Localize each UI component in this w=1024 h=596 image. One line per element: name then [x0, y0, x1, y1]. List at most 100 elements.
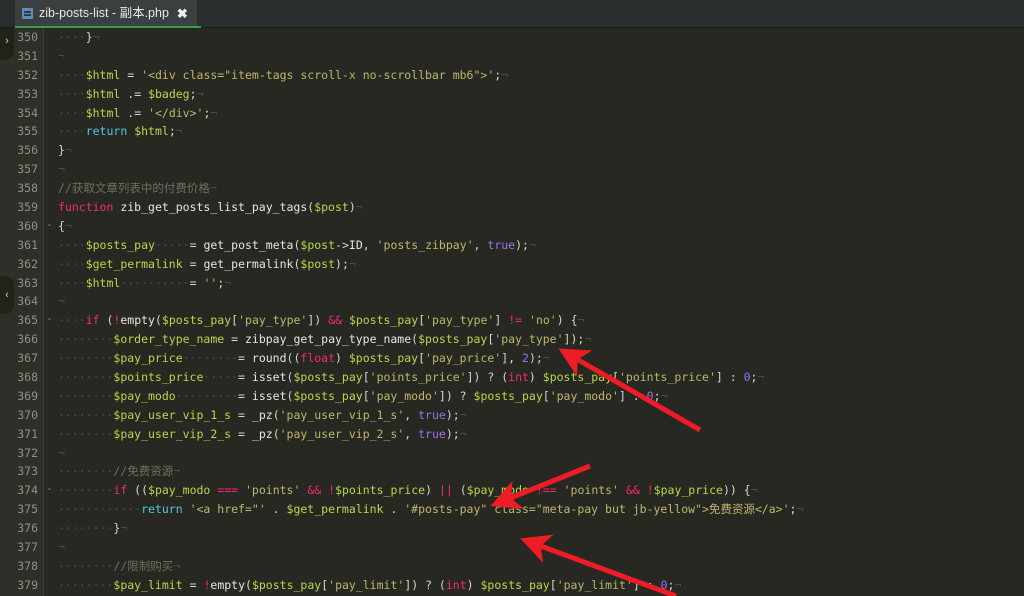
code-line[interactable]: 354····$html .= '</div>';¬: [0, 104, 1024, 123]
code-token: //免费资源: [113, 464, 173, 478]
code-token: ····: [58, 257, 86, 271]
code-token: ·········: [176, 389, 238, 403]
code-line[interactable]: 365-····if (!empty($posts_pay['pay_type'…: [0, 311, 1024, 330]
code-line[interactable]: 376········}¬: [0, 519, 1024, 538]
code-line[interactable]: 363····$html··········= '';¬: [0, 274, 1024, 293]
code-line[interactable]: 372¬: [0, 444, 1024, 463]
code-token: function: [58, 200, 113, 214]
code-token: $pay_user_vip_2_s: [113, 427, 231, 441]
code-token: '#posts-pay" class="meta-pay but jb-yell…: [404, 502, 789, 516]
code-line[interactable]: 377¬: [0, 538, 1024, 557]
code-token: (: [453, 483, 467, 497]
code-token: _pz: [252, 427, 273, 441]
code-token: [183, 502, 190, 516]
code-line[interactable]: 361····$posts_pay·····= get_post_meta($p…: [0, 236, 1024, 255]
code-token: !==: [536, 483, 557, 497]
code-token: ¬: [578, 313, 585, 327]
code-token: '': [203, 276, 217, 290]
code-token: return: [86, 124, 128, 138]
code-line[interactable]: 367········$pay_price········= round((fl…: [0, 349, 1024, 368]
code-token: $post: [300, 257, 335, 271]
code-token: $html: [86, 106, 121, 120]
code-line-text: ¬: [58, 292, 65, 311]
code-line-text: ····$get_permalink = get_permalink($post…: [58, 255, 356, 274]
code-token: _pz: [252, 408, 273, 422]
code-line[interactable]: 356}¬: [0, 141, 1024, 160]
collapse-left-top-button[interactable]: ›: [0, 28, 14, 60]
code-token: =: [238, 389, 245, 403]
fold-toggle-icon[interactable]: -: [45, 311, 54, 330]
code-token: $pay_price: [654, 483, 723, 497]
code-token: 'pay_modo': [370, 389, 439, 403]
code-token: ¬: [543, 351, 550, 365]
code-token: $get_permalink: [287, 502, 384, 516]
code-token: ¬: [58, 49, 65, 63]
code-token: $html: [134, 124, 169, 138]
tab-title: zib-posts-list - 副本.php: [39, 0, 169, 27]
code-token: $pay_user_vip_1_s: [113, 408, 231, 422]
code-line[interactable]: 350····}¬: [0, 28, 1024, 47]
fold-toggle-icon[interactable]: -: [45, 481, 54, 500]
code-token: 'points': [564, 483, 619, 497]
code-line-text: ········$pay_user_vip_1_s = _pz('pay_use…: [58, 406, 467, 425]
code-line[interactable]: 368········$points_price·····= isset($po…: [0, 368, 1024, 387]
line-number: 374: [0, 481, 38, 500]
code-token: ¬: [65, 219, 72, 233]
code-line[interactable]: 352····$html = '<div class="item-tags sc…: [0, 66, 1024, 85]
code-line[interactable]: 359function zib_get_posts_list_pay_tags(…: [0, 198, 1024, 217]
code-token: zibpay_get_pay_type_name: [245, 332, 411, 346]
tab-zib-posts-list[interactable]: zib-posts-list - 副本.php ✖: [15, 0, 197, 27]
code-token: );: [446, 408, 460, 422]
code-line[interactable]: 353····$html .= $badeg;¬: [0, 85, 1024, 104]
code-token: (: [273, 408, 280, 422]
code-line[interactable]: 373········//免费资源¬: [0, 462, 1024, 481]
code-token: ]);: [564, 332, 585, 346]
code-line[interactable]: 355····return $html;¬: [0, 122, 1024, 141]
code-line[interactable]: 364¬: [0, 292, 1024, 311]
code-token: $posts_pay: [474, 389, 543, 403]
code-token: ····: [58, 30, 86, 44]
code-token: ········: [58, 464, 113, 478]
code-token: if: [113, 483, 127, 497]
code-line-text: ¬: [58, 160, 65, 179]
code-line[interactable]: 366········$order_type_name = zibpay_get…: [0, 330, 1024, 349]
code-token: ;: [654, 389, 661, 403]
code-line[interactable]: 375············return '<a href="' . $get…: [0, 500, 1024, 519]
code-line[interactable]: 351¬: [0, 47, 1024, 66]
code-token: ··········: [120, 276, 189, 290]
code-token: =: [190, 276, 197, 290]
fold-toggle-icon[interactable]: -: [45, 217, 54, 236]
code-line[interactable]: 362····$get_permalink = get_permalink($p…: [0, 255, 1024, 274]
code-token: ·····: [155, 238, 190, 252]
code-line[interactable]: 358//获取文章列表中的付费价格¬: [0, 179, 1024, 198]
code-content[interactable]: 350····}¬351¬352····$html = '<div class=…: [0, 28, 1024, 596]
code-line-text: ¬: [58, 47, 65, 66]
code-token: 'points_price': [619, 370, 716, 384]
code-token: ): [425, 483, 439, 497]
code-token: ········: [58, 351, 113, 365]
code-token: ] :: [716, 370, 744, 384]
code-token: true: [487, 238, 515, 252]
code-line-text: ········$order_type_name = zibpay_get_pa…: [58, 330, 591, 349]
code-line[interactable]: 374-········if (($pay_modo === 'points' …: [0, 481, 1024, 500]
code-editor[interactable]: 350····}¬351¬352····$html = '<div class=…: [0, 28, 1024, 596]
collapse-left-mid-button[interactable]: ‹: [0, 276, 14, 314]
code-line-text: ········}¬: [58, 519, 127, 538]
code-line[interactable]: 370········$pay_user_vip_1_s = _pz('pay_…: [0, 406, 1024, 425]
code-token: ········: [58, 427, 113, 441]
code-line-text: ············return '<a href="' . $get_pe…: [58, 500, 803, 519]
code-token: '<div class="item-tags scroll-x no-scrol…: [141, 68, 494, 82]
code-line[interactable]: 378········//限制购买¬: [0, 557, 1024, 576]
code-token: ¬: [674, 578, 681, 592]
close-icon[interactable]: ✖: [177, 0, 188, 27]
code-token: 'pay_type': [425, 313, 494, 327]
code-line[interactable]: 369········$pay_modo·········= isset($po…: [0, 387, 1024, 406]
code-token: 'points_price': [370, 370, 467, 384]
code-token: ;: [169, 124, 176, 138]
code-line[interactable]: 371········$pay_user_vip_2_s = _pz('pay_…: [0, 425, 1024, 444]
code-token: =: [190, 578, 197, 592]
code-token: $posts_pay: [162, 313, 231, 327]
code-line[interactable]: 357¬: [0, 160, 1024, 179]
code-line[interactable]: 379········$pay_limit = !empty($posts_pa…: [0, 576, 1024, 595]
code-line[interactable]: 360-{¬: [0, 217, 1024, 236]
